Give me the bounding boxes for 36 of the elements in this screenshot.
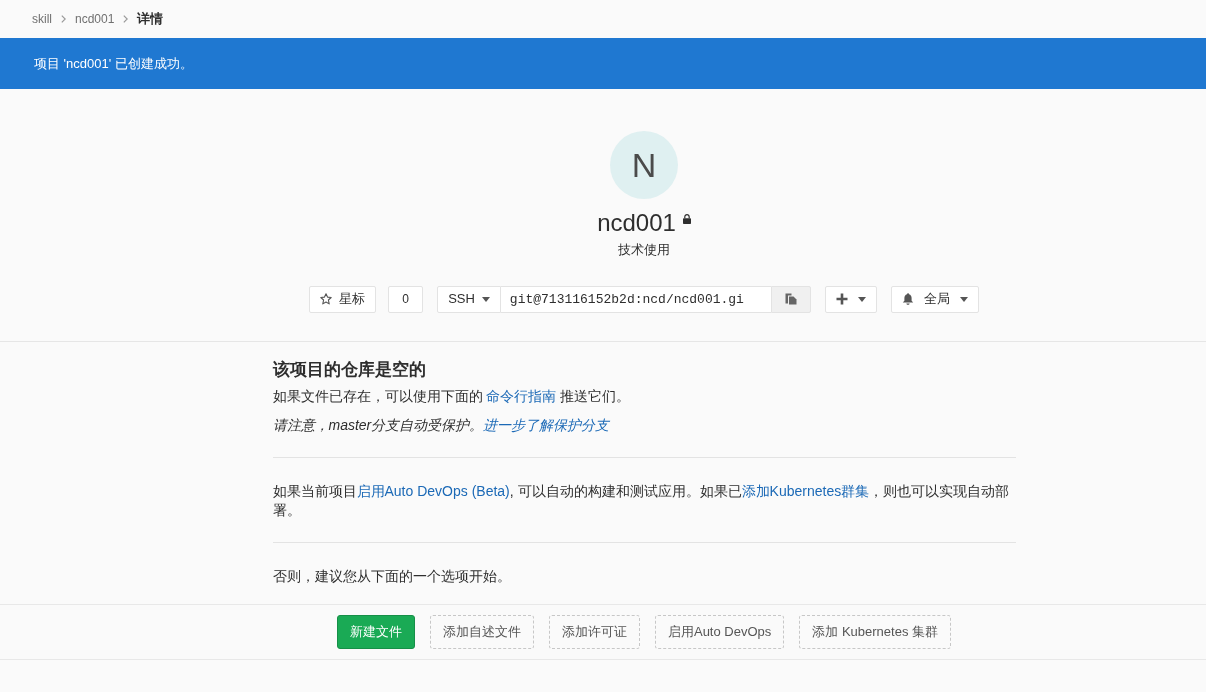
banner-message: 项目 'ncd001' 已创建成功。 [34, 54, 193, 73]
note-text: 请注意，master分支自动受保护。进一步了解保护分支 [272, 416, 611, 436]
link[interactable]: 启用Auto DevOps (Beta) [356, 483, 510, 500]
link[interactable]: 进一步了解保护分支 [483, 417, 610, 434]
notification-dropdown[interactable]: 全局 [890, 285, 979, 313]
quick-action-button[interactable]: 添加许可证 [548, 615, 640, 650]
breadcrumb-link[interactable]: skill [32, 10, 52, 28]
plus-icon [835, 293, 848, 306]
quick-action-button[interactable]: 添加 Kubernetes 集群 [799, 615, 951, 650]
chevron-icon [123, 15, 129, 23]
paragraph: 否则，建议您从下面的一个选项开始。 [272, 567, 512, 587]
star-icon [320, 293, 333, 306]
paragraph: 如果文件已存在，可以使用下面的 命令行指南 推送它们。 [272, 387, 632, 407]
paragraph: 如果当前项目 启用Auto DevOps (Beta), 可以自动的构建和测试应用。如果已添加Kubernetes群集，则也可以实现自动部署。 [272, 482, 1011, 521]
section-heading: 该项目的仓库是空的 [272, 359, 427, 381]
chevron-icon [61, 15, 66, 23]
caret-icon [959, 296, 968, 302]
caret-icon [481, 296, 490, 302]
project-name: ncd001 [597, 208, 676, 238]
star-button[interactable]: 星标 [309, 285, 377, 313]
quick-action-button[interactable]: 添加自述文件 [429, 615, 534, 650]
caret-icon [857, 296, 866, 302]
quick-action-button[interactable]: 启用Auto DevOps [654, 615, 785, 650]
breadcrumb-current: 详情 [137, 10, 164, 29]
project-description: 技术使用 [618, 241, 670, 260]
add-dropdown[interactable] [824, 285, 877, 313]
bell-icon [901, 293, 914, 306]
clone-url-field[interactable]: git@713116152b2d:ncd/ncd001.gi [500, 285, 771, 313]
project-avatar: N [610, 131, 678, 199]
protocol-dropdown[interactable]: SSH [437, 285, 501, 313]
copy-button[interactable] [770, 285, 811, 313]
breadcrumb-link[interactable]: ncd001 [75, 10, 115, 28]
star-count: 0 [388, 285, 424, 313]
link[interactable]: 添加Kubernetes群集 [741, 483, 870, 500]
copy-icon [784, 293, 797, 306]
link[interactable]: 命令行指南 [486, 388, 557, 405]
